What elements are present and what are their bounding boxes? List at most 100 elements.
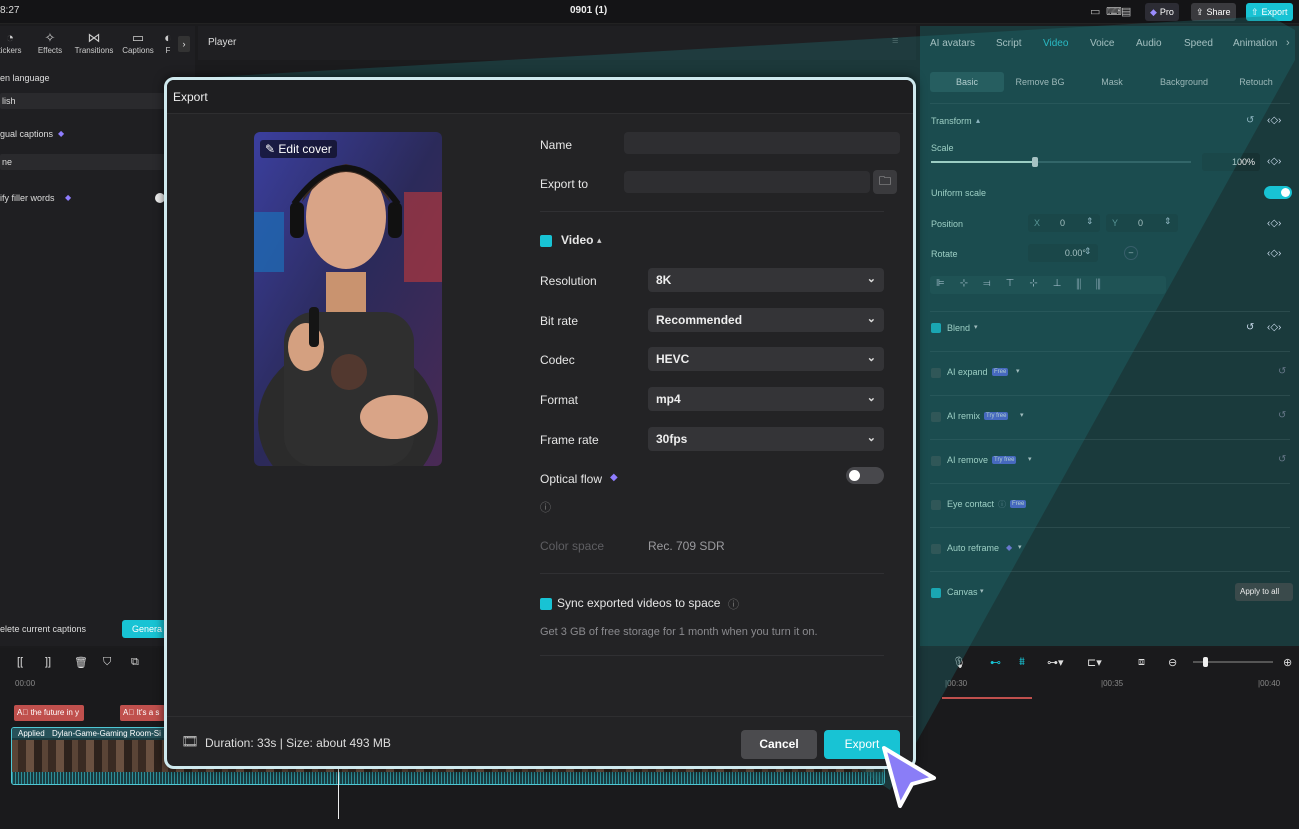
- tab-video[interactable]: Video: [1043, 38, 1068, 49]
- scale-slider-track[interactable]: [931, 157, 1191, 167]
- reset-icon[interactable]: ↺: [1278, 410, 1286, 421]
- subtab-background[interactable]: Background: [1148, 72, 1220, 92]
- rotate-dial[interactable]: –: [1124, 246, 1138, 260]
- pro-button[interactable]: ◆ Pro: [1145, 3, 1179, 21]
- share-button[interactable]: ⇪ Share: [1191, 3, 1236, 21]
- zoom-slider[interactable]: [1193, 657, 1273, 667]
- caption-clip[interactable]: A⃞ It's a s: [120, 705, 165, 721]
- cover-thumbnail[interactable]: ✎ Edit cover: [254, 132, 442, 466]
- reset-icon[interactable]: ↺: [1246, 322, 1254, 333]
- keyframe-icon[interactable]: ‹◇›: [1267, 322, 1281, 333]
- video-checkbox[interactable]: [540, 235, 552, 247]
- delete-icon[interactable]: 🗑: [74, 656, 88, 669]
- chevron-down-icon[interactable]: ▾: [974, 323, 978, 331]
- tab-voice[interactable]: Voice: [1090, 38, 1114, 49]
- scale-slider-thumb[interactable]: [1032, 157, 1038, 167]
- time-marker: |00:30: [945, 679, 968, 688]
- tool-effects[interactable]: ✧ Effects: [30, 30, 70, 55]
- reset-icon[interactable]: ↺: [1278, 366, 1286, 377]
- reset-icon[interactable]: ↺: [1246, 115, 1254, 126]
- cancel-button[interactable]: Cancel: [741, 730, 817, 759]
- stepper-icon[interactable]: ⇕: [1086, 216, 1094, 227]
- optical-flow-toggle[interactable]: [846, 467, 884, 484]
- blend-checkbox[interactable]: [931, 323, 941, 333]
- chevron-down-icon[interactable]: ▾: [980, 587, 984, 595]
- tab-speed[interactable]: Speed: [1184, 38, 1213, 49]
- stepper-icon[interactable]: ⇕: [1084, 246, 1092, 257]
- help-icon[interactable]: ⓘ: [998, 499, 1006, 510]
- reset-icon[interactable]: ↺: [1278, 454, 1286, 465]
- preview-axis-icon[interactable]: ⊏▾: [1087, 656, 1102, 669]
- caption-track-icon[interactable]: ⧈: [1138, 656, 1145, 669]
- uniform-scale-toggle[interactable]: [1264, 186, 1292, 199]
- chevron-up-icon[interactable]: ▴: [976, 116, 980, 125]
- spoken-language-select[interactable]: lish: [0, 93, 165, 109]
- chevron-down-icon[interactable]: ▾: [1016, 367, 1020, 375]
- crop-icon[interactable]: ⧉: [131, 656, 139, 669]
- tool-filters[interactable]: ◐ F: [158, 30, 178, 55]
- tabs-scroll-right-icon[interactable]: ›: [1286, 37, 1290, 49]
- tool-stickers[interactable]: ◔ tickers: [0, 30, 30, 55]
- help-icon[interactable]: ⓘ: [540, 499, 551, 515]
- align-toolbar[interactable]: ⊫⊹⫤⊤⊹⊥⫼⫼: [930, 276, 1166, 294]
- bitrate-label: Bit rate: [540, 314, 579, 328]
- subtab-basic[interactable]: Basic: [930, 72, 1004, 92]
- shortcut-icon[interactable]: ⌨: [1106, 5, 1122, 18]
- split-right-icon[interactable]: ]]: [45, 656, 51, 668]
- edit-cover-button[interactable]: ✎ Edit cover: [260, 140, 337, 158]
- scale-value-field[interactable]: 100%: [1202, 153, 1260, 171]
- shield-icon[interactable]: ⛉: [103, 656, 111, 669]
- split-left-icon[interactable]: [[: [17, 656, 23, 668]
- eye-contact-checkbox[interactable]: [931, 500, 941, 510]
- tab-audio[interactable]: Audio: [1136, 38, 1162, 49]
- help-icon[interactable]: ⓘ: [728, 596, 739, 612]
- tool-captions[interactable]: ▭ Captions: [118, 30, 158, 55]
- format-select[interactable]: mp4 ⌄: [648, 387, 884, 411]
- tab-animation[interactable]: Animation: [1233, 38, 1277, 49]
- folder-icon[interactable]: 🗀: [873, 170, 897, 194]
- subtab-remove-bg[interactable]: Remove BG: [1004, 72, 1076, 92]
- keyframe-icon[interactable]: ‹◇›: [1267, 115, 1281, 126]
- microphone-icon[interactable]: 🎙: [952, 656, 966, 669]
- zoom-slider-thumb[interactable]: [1203, 657, 1208, 667]
- canvas-checkbox[interactable]: [931, 588, 941, 598]
- zoom-in-icon[interactable]: ⊕: [1283, 656, 1292, 669]
- ai-remove-checkbox[interactable]: [931, 456, 941, 466]
- top-export-button[interactable]: ⇧ Export: [1246, 3, 1293, 21]
- codec-select[interactable]: HEVC ⌄: [648, 347, 884, 371]
- tab-ai-avatars[interactable]: AI avatars: [930, 38, 975, 49]
- chevron-up-icon[interactable]: ▴: [597, 235, 602, 246]
- chevron-down-icon[interactable]: ▾: [1018, 543, 1022, 551]
- keyframe-icon[interactable]: ‹◇›: [1267, 248, 1281, 259]
- tools-scroll-right-icon[interactable]: ›: [178, 36, 190, 52]
- menu-icon[interactable]: ≡: [892, 35, 898, 47]
- sync-checkbox[interactable]: [540, 598, 552, 610]
- stepper-icon[interactable]: ⇕: [1164, 216, 1172, 227]
- bilingual-select[interactable]: ne: [0, 154, 165, 170]
- apply-to-all-button[interactable]: Apply to all: [1235, 583, 1293, 601]
- export-path-input[interactable]: [624, 171, 870, 193]
- ai-expand-checkbox[interactable]: [931, 368, 941, 378]
- link-icon[interactable]: ⊷: [990, 656, 1001, 669]
- layout-icon[interactable]: ▭: [1090, 5, 1100, 18]
- bitrate-select[interactable]: Recommended ⌄: [648, 308, 884, 332]
- subtab-retouch[interactable]: Retouch: [1220, 72, 1292, 92]
- chevron-down-icon[interactable]: ▾: [1020, 411, 1024, 419]
- caption-clip[interactable]: A⃞ the future in y: [14, 705, 84, 721]
- magnet-icon[interactable]: ⩩: [1019, 656, 1025, 669]
- tab-script[interactable]: Script: [996, 38, 1022, 49]
- name-input[interactable]: [624, 132, 900, 154]
- ai-remix-checkbox[interactable]: [931, 412, 941, 422]
- layout-grid-icon[interactable]: ▤: [1121, 5, 1131, 18]
- chain-icon[interactable]: ⊶▾: [1047, 656, 1064, 669]
- playhead[interactable]: [338, 763, 339, 819]
- chevron-down-icon[interactable]: ▾: [1028, 455, 1032, 463]
- resolution-select[interactable]: 8K ⌄: [648, 268, 884, 292]
- auto-reframe-checkbox[interactable]: [931, 544, 941, 554]
- zoom-out-icon[interactable]: ⊖: [1168, 656, 1177, 669]
- framerate-select[interactable]: 30fps ⌄: [648, 427, 884, 451]
- keyframe-icon[interactable]: ‹◇›: [1267, 218, 1281, 229]
- keyframe-icon[interactable]: ‹◇›: [1267, 156, 1281, 167]
- subtab-mask[interactable]: Mask: [1076, 72, 1148, 92]
- tool-transitions[interactable]: ⋈ Transitions: [74, 30, 114, 55]
